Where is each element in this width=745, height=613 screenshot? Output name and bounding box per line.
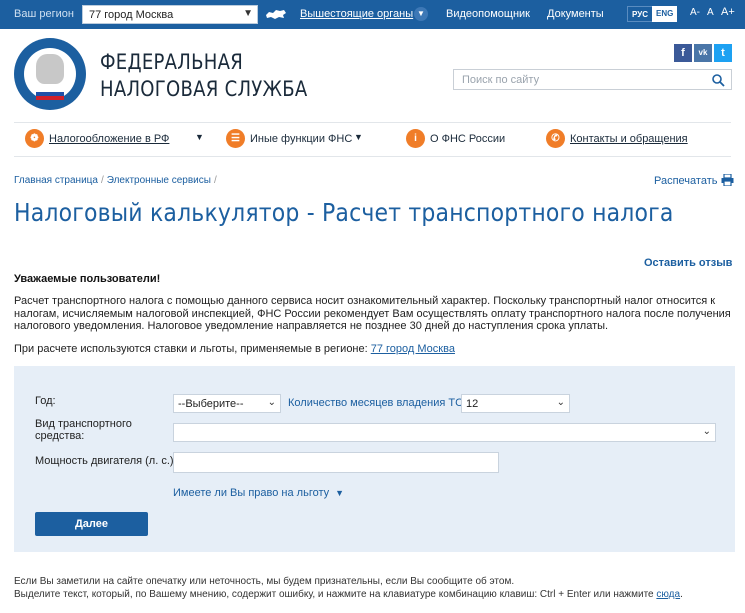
months-owned-label[interactable]: Количество месяцев владения ТС: [288, 397, 466, 409]
nav-divider-bottom [14, 156, 731, 157]
link-documents[interactable]: Документы [547, 8, 604, 20]
typo-note-line-1: Если Вы заметили на сайте опечатку или н… [14, 576, 515, 587]
chevron-down-icon: ▼ [335, 488, 345, 498]
region-info-text: При расчете используются ставки и льготы… [14, 343, 368, 355]
printer-icon[interactable] [721, 174, 734, 186]
tax-benefit-toggle[interactable]: Имеете ли Вы право на льготу ▼ [173, 487, 344, 499]
typo-report-note: Если Вы заметили на сайте опечатку или н… [14, 576, 683, 601]
next-button[interactable]: Далее [35, 512, 148, 536]
breadcrumb-separator: / [213, 175, 217, 186]
vkontakte-icon[interactable]: vk [694, 44, 712, 62]
russia-map-icon [266, 10, 286, 19]
chevron-down-icon: ▼ [354, 132, 363, 142]
flag-icon [36, 88, 64, 100]
typo-report-link[interactable]: сюда [656, 589, 680, 600]
months-owned-select[interactable]: 12 ⌄ [461, 394, 570, 413]
search-icon[interactable] [711, 73, 725, 87]
nav-item-label: Иные функции ФНС [250, 133, 353, 145]
leave-feedback-link[interactable]: Оставить отзыв [644, 257, 732, 269]
engine-power-input[interactable] [173, 452, 499, 473]
search-placeholder: Поиск по сайту [462, 74, 540, 86]
typo-note-line-2: Выделите текст, который, по Вашему мнени… [14, 589, 683, 602]
print-link[interactable]: Распечатать [654, 175, 717, 187]
brand-line-1: ФЕДЕРАЛЬНАЯ [100, 50, 244, 74]
year-select-value: --Выберите-- [178, 398, 244, 410]
fns-logo[interactable] [14, 38, 86, 110]
region-label: Ваш регион [14, 8, 74, 20]
chevron-down-icon: ⌄ [702, 426, 711, 437]
lang-en-button[interactable]: ENG [652, 6, 677, 22]
breadcrumb-separator: / [100, 175, 104, 186]
phone-icon: ✆ [546, 129, 565, 148]
chevron-down-icon: ⌄ [267, 397, 276, 408]
chevron-down-icon: ⌄ [556, 397, 565, 408]
page-title: Налоговый калькулятор - Расчет транспорт… [14, 198, 674, 227]
breadcrumb: Главная страница / Электронные сервисы / [14, 175, 220, 186]
notice-text: Расчет транспортного налога с помощью да… [14, 295, 731, 332]
twitter-icon[interactable]: t [714, 44, 732, 62]
info-icon: i [406, 129, 425, 148]
region-link[interactable]: 77 город Москва [371, 343, 455, 355]
vehicle-type-label: Вид транспортного средства: [35, 418, 132, 442]
breadcrumb-e-services[interactable]: Электронные сервисы [107, 175, 211, 186]
year-label: Год: [35, 395, 56, 407]
vehicle-type-select[interactable]: ⌄ [173, 423, 716, 442]
lang-ru-button[interactable]: РУС [627, 6, 653, 22]
months-owned-value: 12 [466, 398, 479, 410]
menu-icon: ☰ [226, 129, 245, 148]
chevron-down-icon: ▼ [243, 8, 253, 19]
typo-note-end: . [680, 588, 683, 600]
year-select[interactable]: --Выберите-- ⌄ [173, 394, 281, 413]
typo-note-text: Выделите текст, который, по Вашему мнени… [14, 588, 654, 600]
nav-item-label: Налогообложение в РФ [49, 133, 170, 145]
font-size-normal-button[interactable]: A [707, 7, 714, 18]
region-info: При расчете используются ставки и льготы… [14, 343, 455, 355]
search-input[interactable]: Поиск по сайту [453, 69, 732, 90]
coat-of-arms-icon: ❁ [25, 129, 44, 148]
chevron-down-icon: ▼ [195, 132, 204, 142]
region-select[interactable]: 77 город Москва ▼ [82, 5, 258, 24]
nav-item-label: Контакты и обращения [570, 133, 688, 145]
brand-name: ФЕДЕРАЛЬНАЯ НАЛОГОВАЯ СЛУЖБА [100, 49, 308, 103]
chevron-down-icon[interactable]: ▼ [414, 7, 428, 21]
breadcrumb-home[interactable]: Главная страница [14, 175, 98, 186]
engine-power-label: Мощность двигателя (л. с.): [35, 455, 177, 467]
font-size-smaller-button[interactable]: A- [690, 7, 700, 18]
nav-item-label: О ФНС России [430, 133, 506, 145]
top-bar: Ваш регион 77 город Москва ▼ Вышестоящие… [0, 0, 745, 29]
brand-line-2: НАЛОГОВАЯ СЛУЖБА [100, 77, 308, 101]
tax-benefit-label: Имеете ли Вы право на льготу [173, 487, 330, 499]
link-higher-authorities[interactable]: Вышестоящие органы [300, 8, 413, 20]
region-select-value: 77 город Москва [89, 9, 174, 21]
nav-divider-top [14, 122, 731, 123]
facebook-icon[interactable]: f [674, 44, 692, 62]
notice-title: Уважаемые пользователи! [14, 273, 161, 285]
link-video-help[interactable]: Видеопомощник [446, 8, 530, 20]
font-size-larger-button[interactable]: A+ [721, 6, 735, 18]
eagle-emblem-icon [36, 54, 64, 84]
